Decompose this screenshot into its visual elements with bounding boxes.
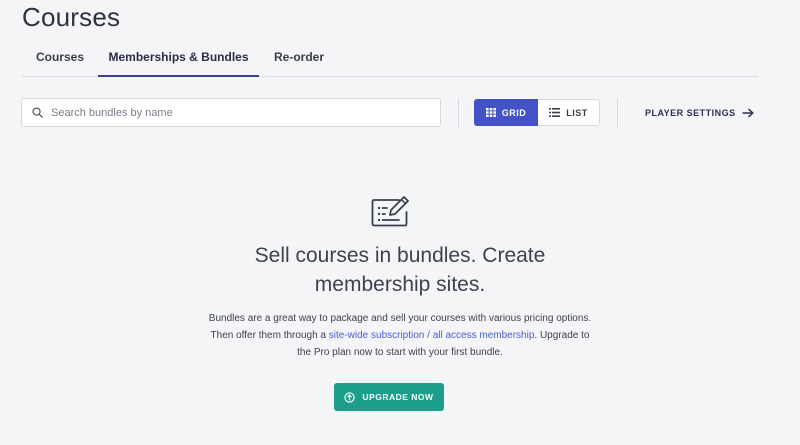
toolbar-divider (617, 98, 618, 127)
description-line: Then offer them through a site-wide subs… (180, 327, 620, 344)
player-settings-label: PLAYER SETTINGS (645, 108, 736, 118)
heading-line: membership sites. (314, 273, 486, 296)
tab-bar: Courses Memberships & Bundles Re-order (22, 40, 758, 77)
toolbar-divider (458, 98, 459, 127)
tab-courses[interactable]: Courses (22, 40, 98, 77)
grid-icon (485, 108, 496, 117)
description-text: Then offer them through a (210, 330, 329, 341)
subscription-link[interactable]: site-wide subscription / all access memb… (329, 330, 535, 341)
edit-list-icon (371, 196, 409, 227)
description-line: the Pro plan now to start with your firs… (297, 347, 503, 358)
player-settings-link[interactable]: PLAYER SETTINGS (645, 104, 754, 122)
search-input[interactable] (51, 106, 411, 119)
upgrade-now-label: UPGRADE NOW (362, 392, 434, 402)
search-icon (32, 107, 43, 118)
list-view-label: LIST (566, 107, 588, 118)
list-view-button[interactable]: LIST (538, 99, 600, 126)
view-toggle: GRID LIST (474, 99, 600, 126)
upgrade-now-button[interactable]: UPGRADE NOW (334, 383, 444, 411)
tab-reorder[interactable]: Re-order (259, 40, 339, 77)
grid-view-label: GRID (501, 107, 527, 118)
courses-page: Courses Courses Memberships & Bundles Re… (0, 0, 800, 445)
heading-line: Sell courses in bundles. Create (254, 244, 546, 267)
description-text: . Upgrade to (534, 330, 590, 341)
list-icon (549, 108, 561, 117)
tab-memberships-bundles[interactable]: Memberships & Bundles (98, 40, 259, 77)
empty-state-heading: Sell courses in bundles. Create membersh… (200, 241, 600, 299)
grid-view-button[interactable]: GRID (474, 99, 538, 126)
arrow-right-icon (742, 108, 754, 118)
page-title: Courses (22, 2, 121, 32)
search-box[interactable] (21, 98, 441, 127)
upgrade-arrow-icon (344, 391, 356, 403)
empty-state-description: Bundles are a great way to package and s… (180, 310, 620, 361)
description-line: Bundles are a great way to package and s… (208, 313, 592, 324)
